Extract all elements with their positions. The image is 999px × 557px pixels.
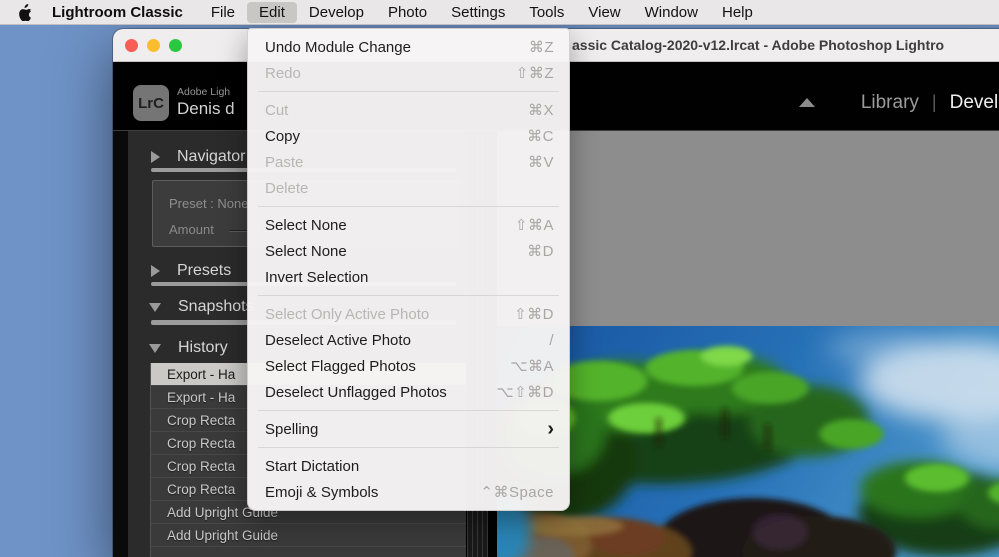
menu-item-select-none[interactable]: Select None ⌘D — [248, 238, 569, 264]
menu-separator — [258, 410, 559, 411]
menubar-items: File Edit Develop Photo Settings Tools View Win… — [199, 1, 765, 23]
menu-item-shortcut: ⌘C — [527, 128, 554, 145]
menu-item-cut: Cut ⌘X — [248, 97, 569, 123]
menu-separator — [258, 295, 559, 296]
menu-item-shortcut: ⌘X — [527, 102, 554, 119]
menu-item-label: Select Only Active Photo — [265, 305, 430, 323]
menu-item-copy[interactable]: Copy ⌘C — [248, 123, 569, 149]
menu-item-deselect-unflagged-photos[interactable]: Deselect Unflagged Photos ⌥⇧⌘D — [248, 379, 569, 405]
menu-item-shortcut: ⌥⇧⌘D — [496, 384, 554, 401]
menubar-item-develop[interactable]: Develop — [297, 2, 376, 23]
module-develop[interactable]: Develop — [950, 92, 999, 114]
menubar-item-window[interactable]: Window — [633, 2, 710, 23]
menubar-item-help[interactable]: Help — [710, 2, 765, 23]
menu-item-shortcut: / — [549, 331, 554, 349]
menu-item-label: Start Dictation — [265, 457, 360, 475]
panel-collapse-arrow-icon[interactable] — [799, 98, 815, 107]
menu-item-shortcut: ⌘D — [527, 243, 554, 260]
menu-item-label: Select None — [265, 216, 347, 234]
menu-item-shortcut: ⌃⌘Space — [480, 484, 554, 501]
menu-item-spelling[interactable]: Spelling › — [248, 416, 569, 442]
menu-item-label: Deselect Active Photo — [265, 331, 411, 349]
menu-separator — [258, 447, 559, 448]
menubar-item-settings[interactable]: Settings — [439, 2, 517, 23]
expanded-triangle-icon — [149, 302, 161, 312]
menu-item-select-flagged-photos[interactable]: Select Flagged Photos ⌥⌘A — [248, 353, 569, 379]
menu-separator — [258, 206, 559, 207]
menubar-app-name[interactable]: Lightroom Classic — [40, 4, 195, 21]
menu-item-shortcut: ⌥⌘A — [510, 358, 554, 375]
menu-separator — [258, 91, 559, 92]
close-button[interactable] — [125, 39, 138, 52]
history-step-add-upright-guide[interactable]: Add Upright Guide — [151, 524, 466, 547]
menu-item-shortcut: ⇧⌘D — [514, 306, 554, 323]
edit-menu-list: Undo Module Change ⌘Z Redo ⇧⌘Z Cut ⌘X Copy ⌘C Pa… — [248, 34, 569, 505]
menu-item-shortcut: ⇧⌘A — [514, 217, 554, 234]
preset-label: Preset : None — [169, 196, 249, 211]
menu-item-deselect-active-photo[interactable]: Deselect Active Photo / — [248, 327, 569, 353]
lrc-logo: LrC — [133, 85, 169, 121]
macos-menubar: Lightroom Classic File Edit Develop Photo Se… — [0, 0, 999, 25]
minimize-button[interactable] — [147, 39, 160, 52]
chevron-right-icon: › — [547, 418, 554, 440]
photo-canvas[interactable] — [497, 326, 999, 557]
menu-item-emoji-symbols[interactable]: Emoji & Symbols ⌃⌘Space — [248, 479, 569, 505]
zoom-button[interactable] — [169, 39, 182, 52]
module-library[interactable]: Library — [861, 92, 919, 114]
menu-item-shortcut: ⇧⌘Z — [515, 65, 554, 82]
apple-menu-icon[interactable] — [10, 3, 40, 21]
left-edge-strip — [113, 131, 128, 557]
menu-item-label: Delete — [265, 179, 309, 197]
menu-item-shortcut: ⌘Z — [528, 39, 554, 56]
menubar-item-photo[interactable]: Photo — [376, 2, 439, 23]
menu-item-label: Copy — [265, 127, 301, 145]
identity-plate-line2: Denis d — [177, 99, 235, 118]
menu-item-invert-selection[interactable]: Invert Selection — [248, 264, 569, 290]
menubar-item-file[interactable]: File — [199, 2, 247, 23]
menu-item-delete: Delete — [248, 175, 569, 201]
menu-item-label: Select None — [265, 242, 347, 260]
content-area — [497, 131, 999, 557]
menu-item-label: Deselect Unflagged Photos — [265, 383, 447, 401]
amount-label: Amount — [169, 222, 214, 237]
module-picker: Library | Develop | — [861, 92, 999, 114]
collapsed-triangle-icon — [151, 265, 160, 277]
menu-item-label: Cut — [265, 101, 289, 119]
menu-item-shortcut: ⌘V — [527, 154, 554, 171]
menu-item-start-dictation[interactable]: Start Dictation — [248, 453, 569, 479]
menu-item-label: Undo Module Change — [265, 38, 411, 56]
menubar-item-tools[interactable]: Tools — [517, 2, 576, 23]
menu-item-label: Invert Selection — [265, 268, 369, 286]
window-title: assic Catalog-2020-v12.lrcat - Adobe Pho… — [572, 37, 945, 53]
menubar-item-edit[interactable]: Edit — [247, 1, 297, 23]
menu-item-label: Select Flagged Photos — [265, 357, 416, 375]
menu-item-select-none[interactable]: Select None ⇧⌘A — [248, 212, 569, 238]
menu-item-paste: Paste ⌘V — [248, 149, 569, 175]
menu-item-redo: Redo ⇧⌘Z — [248, 60, 569, 86]
edit-menu-dropdown: Undo Module Change ⌘Z Redo ⇧⌘Z Cut ⌘X Copy ⌘C Pa… — [247, 28, 570, 511]
menu-item-label: Spelling — [265, 420, 319, 438]
menu-item-label: Emoji & Symbols — [265, 483, 379, 501]
expanded-triangle-icon — [149, 343, 161, 353]
menubar-item-view[interactable]: View — [576, 2, 632, 23]
identity-plate-line1: Adobe Ligh — [177, 86, 231, 98]
menu-item-label: Paste — [265, 153, 304, 171]
menu-item-select-only-active-photo: Select Only Active Photo ⇧⌘D — [248, 301, 569, 327]
menu-item-label: Redo — [265, 64, 301, 82]
menu-item-undo-module-change[interactable]: Undo Module Change ⌘Z — [248, 34, 569, 60]
module-divider: | — [931, 92, 937, 112]
collapsed-triangle-icon — [151, 151, 160, 163]
